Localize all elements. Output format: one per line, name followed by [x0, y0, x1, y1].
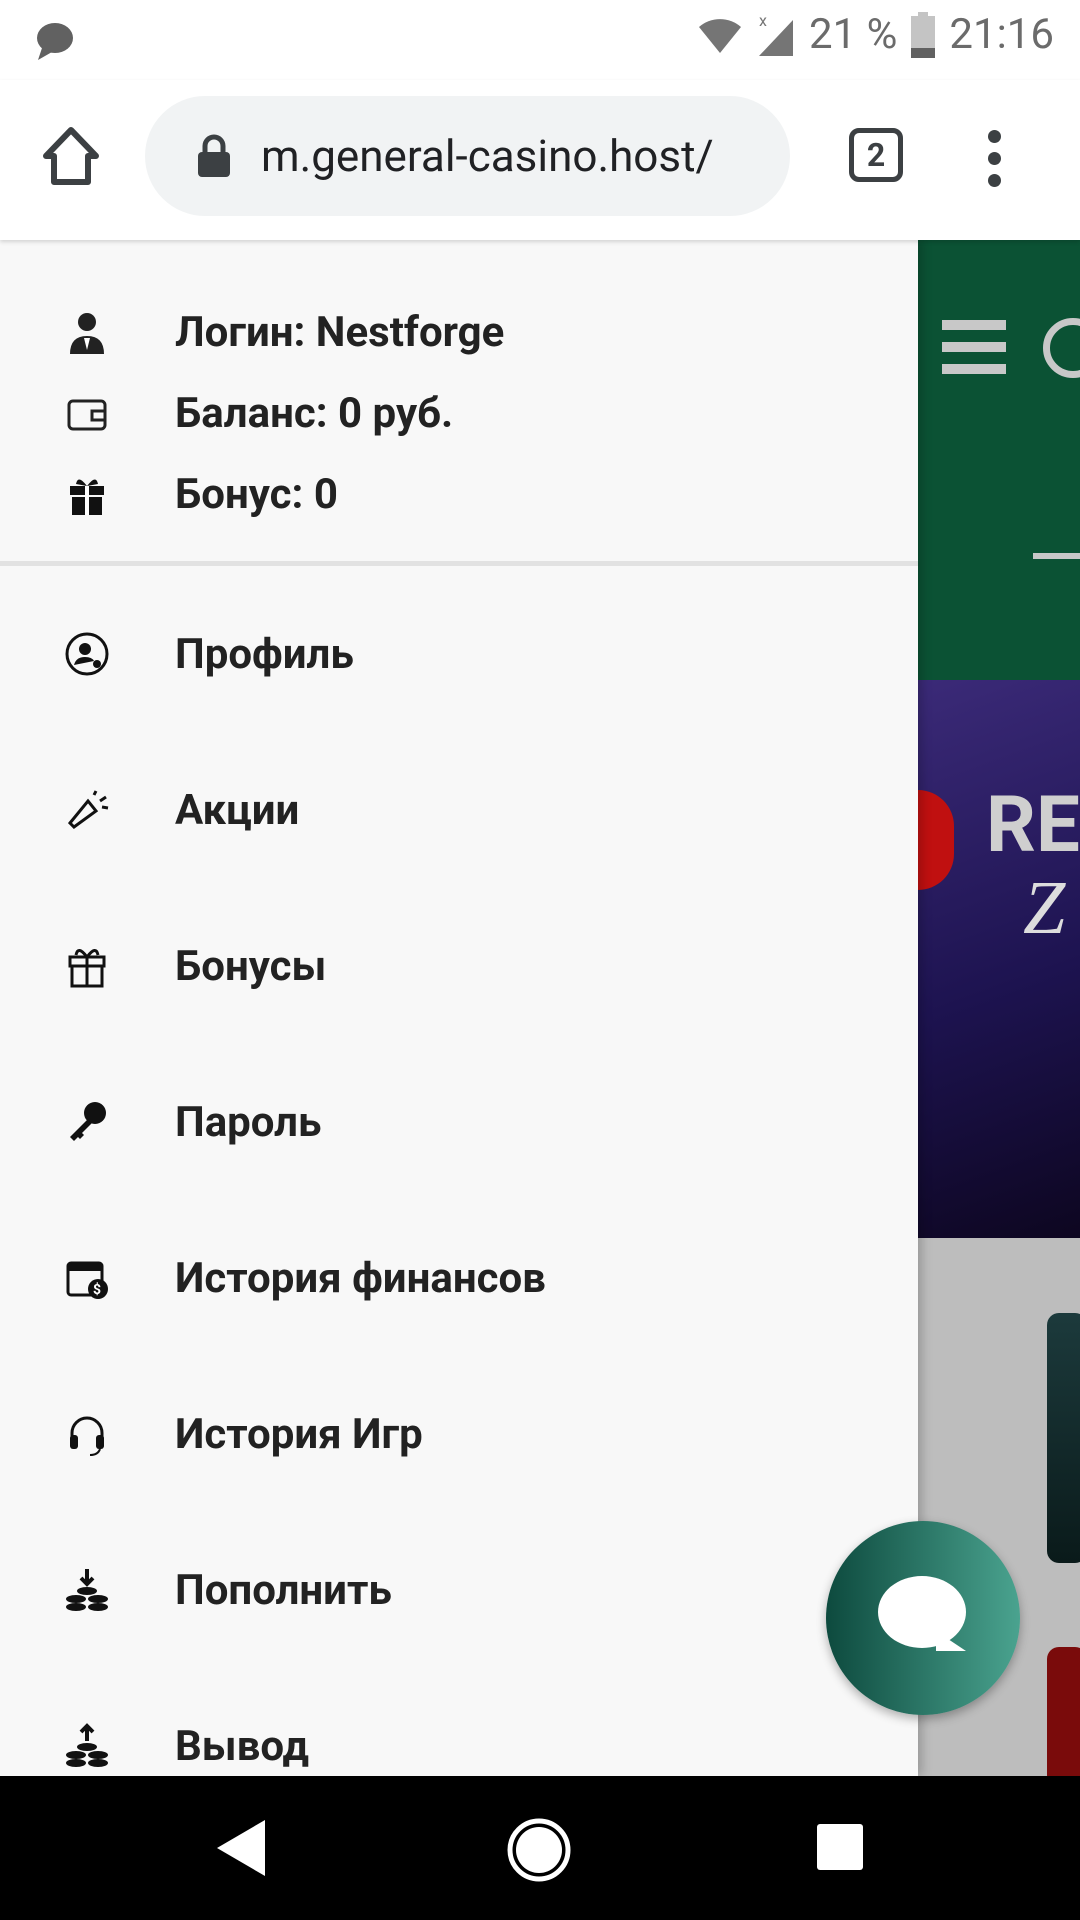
menu-item-bonuses[interactable]: Бонусы — [0, 888, 918, 1044]
divider — [1033, 553, 1080, 559]
search-icon[interactable] — [1043, 318, 1080, 378]
menu-item-game-history[interactable]: История Игр — [0, 1356, 918, 1512]
menu-item-deposit[interactable]: Пополнить — [0, 1512, 918, 1668]
recents-icon[interactable] — [817, 1824, 863, 1870]
wallet-icon — [67, 399, 106, 430]
home-icon[interactable] — [42, 126, 100, 186]
svg-text:$: $ — [93, 1281, 101, 1298]
menu-list: Профиль Акции Бонусы Пароль $ История фин… — [0, 566, 918, 1824]
account-info: Логин: Nestforge Баланс: 0 руб. Бонус: 0 — [0, 240, 918, 566]
key-icon — [69, 1102, 106, 1141]
headset-icon — [69, 1416, 104, 1456]
tab-switcher-button[interactable]: 2 — [849, 128, 903, 182]
menu-item-promotions[interactable]: Акции — [0, 732, 918, 888]
menu-label: Бонусы — [175, 941, 327, 991]
bonus-row: Бонус: 0 — [0, 454, 918, 535]
game-thumbnail[interactable] — [1047, 1647, 1080, 1787]
login-row: Логин: Nestforge — [0, 292, 918, 373]
promo-banner[interactable]: RE Z — [918, 680, 1080, 1238]
gift-icon — [69, 478, 104, 515]
svg-text:x: x — [759, 12, 767, 30]
profile-icon — [65, 632, 108, 676]
menu-label: История Игр — [175, 1409, 423, 1459]
browser-menu-icon[interactable] — [988, 130, 1002, 196]
back-icon[interactable] — [215, 1818, 267, 1878]
megaphone-icon — [67, 790, 108, 829]
user-icon — [69, 312, 104, 354]
chat-button[interactable] — [826, 1521, 1020, 1715]
menu-item-profile[interactable]: Профиль — [0, 576, 918, 732]
navigation-bar — [0, 1776, 1080, 1920]
withdraw-coins-icon — [65, 1723, 108, 1767]
login-text: Логин: Nestforge — [175, 308, 505, 357]
url-text: m.general-casino.host/ — [261, 130, 714, 182]
banner-title: RE — [986, 780, 1080, 871]
wifi-icon — [699, 18, 742, 53]
status-bar: x 21 % 21:16 — [0, 0, 1080, 80]
dragon-logo — [918, 790, 954, 890]
balance-text: Баланс: 0 руб. — [175, 389, 454, 438]
side-drawer: Логин: Nestforge Баланс: 0 руб. Бонус: 0… — [0, 240, 918, 1776]
calendar-money-icon: $ — [66, 1261, 108, 1299]
menu-label: Пополнить — [175, 1565, 392, 1615]
deposit-coins-icon — [65, 1569, 108, 1611]
menu-item-finance-history[interactable]: $ История финансов — [0, 1200, 918, 1356]
battery-icon — [911, 11, 936, 58]
browser-toolbar: m.general-casino.host/ 2 — [0, 80, 1080, 240]
gift-icon — [68, 949, 105, 988]
game-thumbnail[interactable] — [1047, 1313, 1080, 1563]
address-bar[interactable]: m.general-casino.host/ — [145, 96, 790, 216]
menu-label: История финансов — [175, 1253, 546, 1303]
signal-icon: x — [759, 12, 794, 56]
battery-percent: 21 % — [809, 10, 898, 59]
menu-item-password[interactable]: Пароль — [0, 1044, 918, 1200]
balance-row: Баланс: 0 руб. — [0, 373, 918, 454]
message-notification-icon — [37, 23, 73, 60]
menu-label: Пароль — [175, 1097, 322, 1147]
home-nav-icon[interactable] — [506, 1817, 572, 1883]
site-header — [918, 240, 1080, 680]
clock: 21:16 — [949, 10, 1054, 59]
menu-label: Акции — [175, 785, 300, 835]
lock-icon — [198, 134, 230, 177]
bonus-text: Бонус: 0 — [175, 470, 338, 519]
menu-label: Вывод — [175, 1721, 310, 1771]
menu-label: Профиль — [175, 629, 354, 679]
banner-subtitle: Z — [1023, 866, 1066, 950]
hamburger-icon[interactable] — [942, 320, 1006, 386]
